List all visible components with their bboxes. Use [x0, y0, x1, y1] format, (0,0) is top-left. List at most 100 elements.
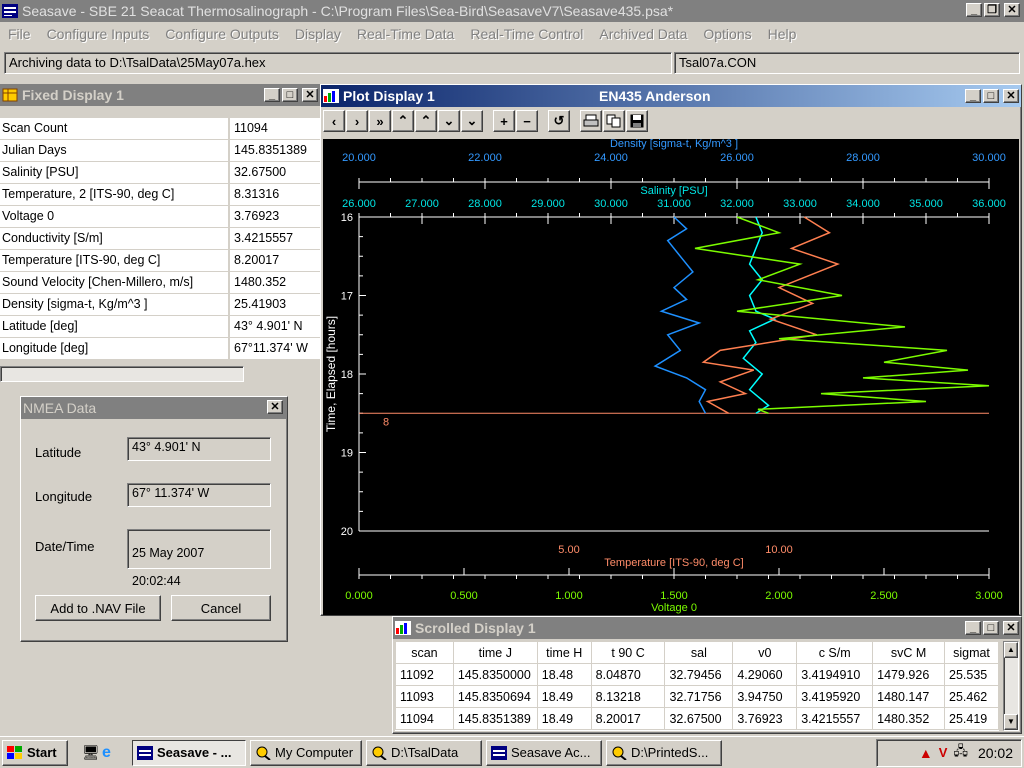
latitude-label: Latitude	[35, 445, 82, 460]
print-icon[interactable]	[580, 110, 602, 132]
fixed-display-row: Latitude [deg] 43° 4.901' N	[0, 316, 320, 338]
menu-options[interactable]: Options	[695, 26, 759, 42]
refresh-icon[interactable]: ↺	[548, 110, 570, 132]
taskbar-button[interactable]: Seasave Ac...	[486, 739, 602, 766]
start-label: Start	[27, 745, 57, 760]
longitude-label: Longitude	[35, 489, 93, 504]
clock: 20:02	[977, 744, 1013, 761]
minimize-icon[interactable]: _	[965, 89, 981, 103]
tray-app-icon[interactable]: ▲	[919, 745, 933, 761]
antivirus-icon[interactable]: V	[939, 745, 948, 760]
table-cell: 3.4194910	[796, 663, 874, 686]
menu-real-time-data[interactable]: Real-Time Data	[349, 26, 463, 42]
voltage-tick-label: 1.500	[660, 590, 688, 602]
desktop-quicklaunch-icon[interactable]: 🖥	[82, 744, 102, 761]
scrolled-vscrollbar[interactable]: ▲ ▼	[1003, 641, 1019, 731]
taskbar-button[interactable]: Seasave - ...	[132, 739, 246, 766]
save-icon[interactable]	[626, 110, 648, 132]
minimize-icon[interactable]: _	[965, 621, 981, 635]
plot-toolbar: ‹ › » ⌃ ⌃ ⌄ ⌄ + − ↺	[321, 107, 1021, 135]
network-icon[interactable]: 🖧	[953, 742, 968, 764]
y-tick-label: 19	[341, 448, 353, 460]
table-cell: 11092	[395, 663, 454, 686]
taskbar-button[interactable]: D:\PrintedS...	[606, 739, 722, 766]
scrolled-table-area: scan time Jtime Ht 90 Csal v0 c S/m svC Msig…	[395, 641, 999, 731]
scroll-left-icon[interactable]: ‹	[323, 110, 345, 132]
column-header[interactable]: time H	[536, 641, 592, 664]
fixed-display-title-bar[interactable]: Fixed Display 1 _ □ ✕	[0, 84, 320, 106]
table-cell: 25.535	[944, 663, 999, 686]
salinity-tick-label: 29.000	[531, 198, 565, 210]
temperature-tick-label: 5.00	[558, 544, 579, 556]
table-row: 11093 145.8350694 18.49 8.13218 32.71756 3.94…	[395, 685, 999, 708]
close-icon[interactable]: ✕	[1004, 3, 1020, 17]
minimize-icon[interactable]: _	[966, 3, 982, 17]
page-right-icon[interactable]: »	[369, 110, 391, 132]
maximize-icon[interactable]: □	[983, 621, 999, 635]
add-to-nav-button[interactable]: Add to .NAV File	[35, 595, 161, 621]
menu-display[interactable]: Display	[287, 26, 349, 42]
nmea-title-bar[interactable]: NMEA Data ✕	[21, 397, 287, 419]
voltage-tick-label: 2.000	[765, 590, 793, 602]
app-title-bar[interactable]: Seasave - SBE 21 Seacat Thermosalinograp…	[0, 0, 1024, 22]
parameter-name: Temperature, 2 [ITS-90, deg C]	[0, 184, 230, 205]
menu-help[interactable]: Help	[760, 26, 805, 42]
parameter-name: Latitude [deg]	[0, 316, 230, 337]
taskbar-button[interactable]: My Computer	[250, 739, 362, 766]
voltage-tick-label: 2.500	[870, 590, 898, 602]
column-header[interactable]: time J	[452, 641, 538, 664]
salinity-tick-label: 28.000	[468, 198, 502, 210]
ie-quicklaunch-icon[interactable]: e	[102, 744, 124, 762]
menu-configure-outputs[interactable]: Configure Outputs	[157, 26, 287, 42]
fixed-display-row: Julian Days 145.8351389	[0, 140, 320, 162]
scrolled-display-title-bar[interactable]: Scrolled Display 1 _ □ ✕	[393, 617, 1021, 639]
scroll-up-icon[interactable]: ⌃	[392, 110, 414, 132]
menu-file[interactable]: File	[0, 26, 39, 42]
zoom-in-icon[interactable]: +	[493, 110, 515, 132]
fixed-display-title: Fixed Display 1	[22, 87, 124, 103]
copy-icon[interactable]	[603, 110, 625, 132]
parameter-name: Sound Velocity [Chen-Millero, m/s]	[0, 272, 230, 293]
scroll-right-icon[interactable]: ›	[346, 110, 368, 132]
close-icon[interactable]: ✕	[1003, 89, 1019, 103]
minimize-icon[interactable]: _	[264, 88, 280, 102]
close-icon[interactable]: ✕	[267, 400, 283, 414]
column-header[interactable]: svC M	[872, 641, 946, 664]
menu-bar: File Configure Inputs Configure Outputs Dis…	[0, 22, 1024, 46]
column-header[interactable]: v0	[732, 641, 798, 664]
menu-archived-data[interactable]: Archived Data	[591, 26, 695, 42]
page-up-icon[interactable]: ⌃	[415, 110, 437, 132]
page-down-icon[interactable]: ⌄	[461, 110, 483, 132]
scroll-up-arrow-icon[interactable]: ▲	[1004, 642, 1018, 658]
cancel-button[interactable]: Cancel	[171, 595, 271, 621]
column-header[interactable]: sal	[664, 641, 734, 664]
datetime-field: 25 May 2007 20:02:44	[127, 529, 271, 588]
voltage-axis-label: Voltage 0	[651, 602, 697, 614]
taskbar-button[interactable]: D:\TsalData	[366, 739, 482, 766]
parameter-name: Voltage 0	[0, 206, 230, 227]
scrolled-table: scan time Jtime Ht 90 Csal v0 c S/m svC Msig…	[395, 641, 999, 730]
menu-configure-inputs[interactable]: Configure Inputs	[39, 26, 158, 42]
start-button[interactable]: Start	[2, 739, 68, 766]
table-cell: 18.49	[536, 707, 592, 730]
table-row: 11092 145.8350000 18.48 8.04870 32.79456 4.29…	[395, 663, 999, 686]
menu-real-time-control[interactable]: Real-Time Control	[462, 26, 591, 42]
maximize-icon[interactable]: □	[282, 88, 298, 102]
plot-display-title-bar[interactable]: Plot Display 1 EN435 Anderson _ □ ✕	[321, 85, 1021, 107]
plot-canvas[interactable]: 20.000 22.000 24.000 26.000 28.000 30.000 Dens…	[323, 139, 1019, 615]
column-header[interactable]: t 90 C	[590, 641, 666, 664]
scroll-down-arrow-icon[interactable]: ▼	[1004, 714, 1018, 730]
close-icon[interactable]: ✕	[302, 88, 318, 102]
column-header[interactable]: scan	[395, 641, 454, 664]
column-header[interactable]: c S/m	[796, 641, 874, 664]
close-icon[interactable]: ✕	[1003, 621, 1019, 635]
density-axis-label: Density [sigma-t, Kg/m^3 ]	[610, 139, 738, 150]
restore-icon[interactable]: ❐	[984, 3, 1000, 17]
column-header[interactable]: sigmat	[944, 641, 999, 664]
zoom-out-icon[interactable]: −	[516, 110, 538, 132]
table-cell: 8.13218	[590, 685, 666, 708]
fixed-display-hscrollbar[interactable]	[0, 366, 244, 382]
parameter-value: 25.41903	[230, 294, 320, 315]
maximize-icon[interactable]: □	[983, 89, 999, 103]
scroll-down-icon[interactable]: ⌄	[438, 110, 460, 132]
